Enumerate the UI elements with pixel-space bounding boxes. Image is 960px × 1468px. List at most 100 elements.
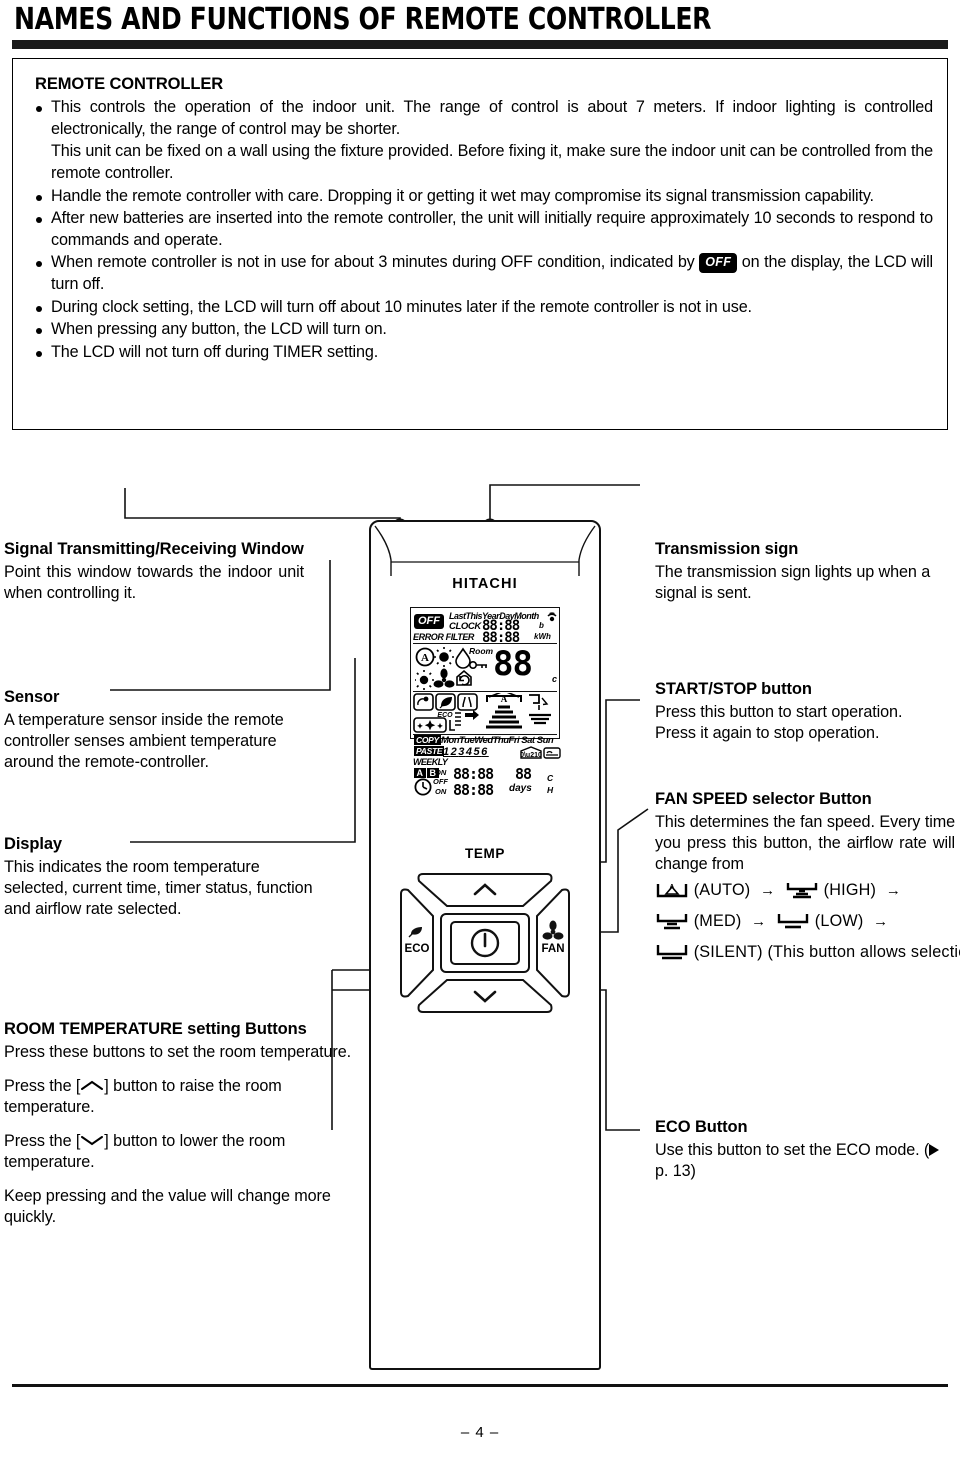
- lcd-weekly-label: WEEKLY: [413, 757, 448, 767]
- list-item: This controls the operation of the indoo…: [29, 97, 933, 140]
- mode-auto-icon: A: [415, 647, 435, 667]
- list-item: When pressing any button, the LCD will t…: [29, 319, 933, 341]
- callout-title: FAN SPEED selector Button: [655, 790, 872, 808]
- lcd-weekly-timer-row: COPY PASTE WEEKLY A B MonTueWedThuFri Sa…: [413, 735, 561, 799]
- bullet-list: This controls the operation of the indoo…: [29, 97, 933, 364]
- callout-title: Transmission sign: [655, 540, 799, 558]
- brand-logo: HITACHI: [452, 576, 518, 592]
- callout-body-lower: Press the [] button to lower the room te…: [4, 1131, 356, 1173]
- mode-cool-icon: [414, 670, 434, 690]
- remote-controller-illustration: HITACHI OFF ERROR FILTER LastThisYearDay…: [369, 520, 601, 1370]
- lcd-paste-chip: PASTE: [414, 746, 445, 756]
- page-title: NAMES AND FUNCTIONS OF REMOTE CONTROLLER: [14, 2, 712, 37]
- section-heading: REMOTE CONTROLLER: [35, 75, 224, 93]
- callout-body: Press these buttons to set the room temp…: [4, 1043, 352, 1061]
- fan-low-icon: [776, 911, 810, 931]
- list-item: Handle the remote controller with care. …: [29, 186, 933, 208]
- mode-fan-icon: [433, 668, 455, 688]
- remote-controller-diagram: Signal Transmitting/Receiving Window Poi…: [0, 430, 960, 1390]
- mode-heat-icon: [434, 647, 454, 667]
- start-stop-button[interactable]: [440, 913, 530, 973]
- temp-up-button[interactable]: [417, 873, 553, 907]
- callout-body: Press this button to start operation. Pr…: [655, 703, 903, 743]
- lcd-big-temperature: 88: [493, 644, 533, 684]
- feature-fanspeed-auto-icon: A: [486, 693, 522, 729]
- callout-body: Point this window towards the indoor uni…: [4, 563, 304, 603]
- lcd-status-row: OFF ERROR FILTER LastThisYearDayMonth CL…: [413, 610, 560, 646]
- clock-icon: [414, 778, 432, 801]
- list-item: During clock setting, the LCD will turn …: [29, 297, 933, 319]
- lcd-clock-label: CLOCK: [449, 621, 481, 632]
- callout-body: A temperature sensor inside the remote c…: [4, 711, 284, 772]
- svg-text:A: A: [669, 884, 674, 891]
- fan-silent-label: (SILENT): [693, 943, 763, 962]
- off-bullet-text-start: When remote controller is not in use for…: [51, 253, 695, 272]
- callout-signal-window: Signal Transmitting/Receiving Window Poi…: [4, 540, 304, 604]
- eco-body-post: ): [690, 1162, 696, 1181]
- callout-start-stop-button: START/STOP button Press this button to s…: [655, 680, 945, 744]
- fan-high-label: (HIGH): [823, 881, 877, 900]
- mode-dry-icon: [455, 647, 471, 669]
- lcd-frost-guard-chip: 10\u2103: [516, 746, 546, 764]
- arrow-1: →: [760, 882, 776, 900]
- lcd-copy-chip: COPY: [414, 735, 441, 745]
- callout-room-temperature-buttons: ROOM TEMPERATURE setting Buttons Press t…: [4, 1020, 356, 1228]
- fan-button-label: FAN: [542, 943, 565, 955]
- chevron-up-icon: [80, 1077, 104, 1091]
- feature-clean-icon: [413, 717, 447, 733]
- arrow-4: →: [873, 913, 889, 931]
- lcd-bed-icon: [543, 746, 561, 764]
- lcd-feature-icons-row: ECO A: [413, 692, 557, 735]
- svg-text:A: A: [501, 694, 508, 704]
- remote-shoulder-bevel: [374, 525, 596, 576]
- callout-body-keep-pressing: Keep pressing and the value will change …: [4, 1187, 331, 1227]
- transmission-sign-icon: [544, 610, 560, 629]
- fan-speed-note: (This button allows selection of optimal…: [767, 943, 960, 962]
- lcd-key-lock-icon: [468, 657, 489, 675]
- feature-eco-leaf-icon: [435, 693, 456, 711]
- off-indicator-chip: OFF: [699, 253, 738, 274]
- lcd-mode-h: H: [547, 785, 554, 795]
- lcd-timer-on-1: ON: [435, 768, 447, 777]
- callout-title: Display: [4, 835, 62, 853]
- callout-title: ECO Button: [655, 1118, 748, 1136]
- fan-silent-icon: [655, 942, 689, 962]
- fan-auto-label: (AUTO): [693, 881, 751, 900]
- list-item: After new batteries are inserted into th…: [29, 208, 933, 251]
- callout-title: Signal Transmitting/Receiving Window: [4, 540, 304, 558]
- footer-rule: [12, 1384, 948, 1387]
- lcd-display: OFF ERROR FILTER LastThisYearDayMonth CL…: [410, 607, 561, 799]
- lcd-mode-temperature-row: A Room 88 c: [413, 644, 557, 692]
- day-number: 6: [481, 746, 489, 758]
- temp-down-button[interactable]: [417, 979, 553, 1013]
- callout-body: Use this button to set the ECO mode. (p.…: [655, 1140, 945, 1182]
- lcd-day-numbers: 123456: [443, 746, 489, 758]
- feature-airflow-icon: [449, 710, 479, 731]
- fan-high-icon: [785, 880, 819, 900]
- arrow-3: →: [751, 913, 767, 931]
- callout-fan-speed-button: FAN SPEED selector Button This determine…: [655, 790, 960, 969]
- svg-text:10\u2103: 10\u2103: [520, 752, 542, 759]
- eco-page-ref: p. 13: [655, 1162, 691, 1181]
- lcd-timer-on-2: ON: [435, 787, 447, 796]
- day-number: 5: [473, 746, 482, 758]
- arrow-2: →: [885, 882, 902, 900]
- fan-speed-row-1: A (AUTO) → (HIGH) →: [655, 875, 955, 906]
- list-item: This unit can be fixed on a wall using t…: [51, 142, 933, 182]
- lcd-room-label: Room: [469, 646, 494, 656]
- callout-body: This indicates the room temperature sele…: [4, 858, 313, 919]
- lcd-timer-temperature: 88: [515, 765, 532, 783]
- lcd-unit-kwh: kWh: [534, 632, 551, 641]
- lcd-days-label: days: [509, 783, 532, 794]
- chevron-down-icon: [80, 1132, 104, 1146]
- fan-low-label: (LOW): [814, 912, 864, 931]
- fan-med-label: (MED): [693, 912, 742, 931]
- page-number: – 4 –: [460, 1424, 500, 1441]
- button-cluster: ECO FAN: [395, 868, 575, 1018]
- feature-swing-horizontal-icon: [529, 705, 551, 725]
- callout-eco-button: ECO Button Use this button to set the EC…: [655, 1118, 945, 1182]
- callout-title: ROOM TEMPERATURE setting Buttons: [4, 1020, 307, 1038]
- callout-transmission-sign: Transmission sign The transmission sign …: [655, 540, 945, 604]
- fan-speed-row-2: (MED) → (LOW) →: [655, 906, 955, 937]
- callout-title: Sensor: [4, 688, 60, 706]
